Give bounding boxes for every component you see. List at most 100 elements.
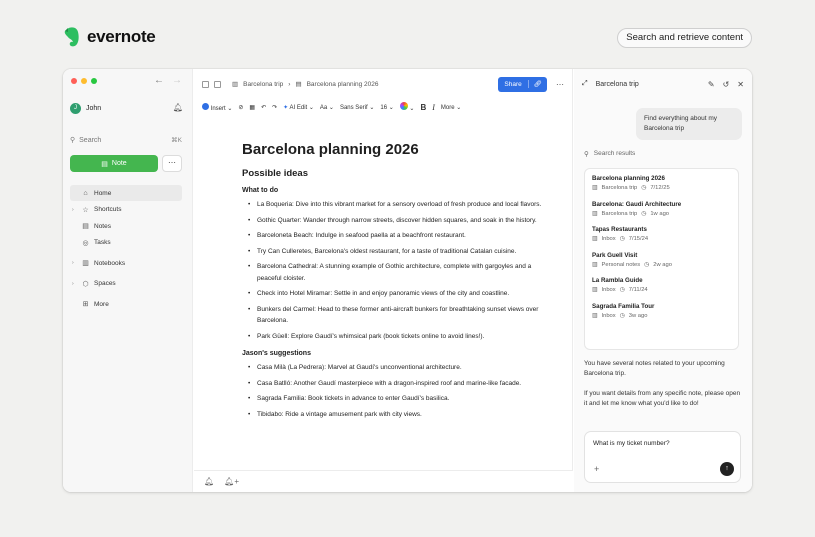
close-icon[interactable]: ✕ xyxy=(737,80,744,89)
sidebar-item-notebooks[interactable]: › ▥ Notebooks xyxy=(70,255,182,271)
search-shortcut: ⌘K xyxy=(171,137,182,144)
result-title: Tapas Restaurants xyxy=(592,226,647,233)
result-item[interactable]: Park Guell Visit ▥ Personal notes ◷ 2w ago xyxy=(592,252,731,268)
link-icon[interactable]: 🔗︎ xyxy=(527,80,547,88)
window-controls xyxy=(71,78,97,84)
list-item: La Boqueria: Dive into this vibrant mark… xyxy=(248,199,542,211)
clock-icon: ◷ xyxy=(644,261,650,268)
bold-button[interactable]: B xyxy=(420,103,426,112)
new-note-button[interactable]: ▤ Note xyxy=(70,155,158,172)
note-title[interactable]: Barcelona planning 2026 xyxy=(242,141,542,158)
more-formatting-dropdown[interactable]: More ⌄ xyxy=(441,104,461,111)
list-item: Tibidabo: Ride a vintage amusement park … xyxy=(248,409,542,421)
formatting-toolbar: Insert ⌄ ⊘ ▦ ↶ ↷ ✦ AI Edit ⌄ Aa ⌄ Sans S… xyxy=(194,99,572,115)
italic-button[interactable]: I xyxy=(432,103,435,112)
send-arrow-icon[interactable]: ↑ xyxy=(720,462,734,476)
more-options-button[interactable]: ⋯ xyxy=(162,155,182,172)
chat-input-value[interactable]: What is my ticket number? xyxy=(593,440,670,447)
bell-icon[interactable]: 🔔︎ xyxy=(173,103,183,112)
sidebar-item-shortcuts[interactable]: › ☆ Shortcuts xyxy=(70,202,182,218)
forward-arrow-icon[interactable]: → xyxy=(172,75,182,86)
search-placeholder: Search xyxy=(79,136,102,144)
chevron-right-icon[interactable]: › xyxy=(72,207,77,213)
reminder-add-icon[interactable]: 🔔︎+ xyxy=(224,477,239,486)
sidebar-item-label: Home xyxy=(94,189,112,197)
note-icon: ▤ xyxy=(101,160,108,168)
close-window-icon[interactable] xyxy=(71,78,77,84)
ai-edit-button[interactable]: ✦ AI Edit ⌄ xyxy=(283,104,314,111)
notebook-icon: ▥ xyxy=(592,261,598,268)
calendar-icon[interactable]: ▦ xyxy=(249,104,255,111)
sidebar-item-label: More xyxy=(94,300,109,308)
clock-icon: ◷ xyxy=(619,236,625,242)
sidebar-toggle-icon[interactable] xyxy=(214,80,221,88)
note-content[interactable]: Barcelona planning 2026 Possible ideas W… xyxy=(242,141,542,467)
font-style-dropdown[interactable]: Aa ⌄ xyxy=(320,104,334,111)
ai-edit-label: AI Edit xyxy=(289,104,308,111)
sidebar-item-spaces[interactable]: › ⬡ Spaces xyxy=(70,276,182,292)
sidebar-item-label: Spaces xyxy=(94,280,116,287)
clock-icon: ◷ xyxy=(641,210,647,217)
tasks-icon: ◎ xyxy=(82,239,89,247)
result-item[interactable]: La Rambla Guide ▥ Inbox ◷ 7/11/24 xyxy=(592,277,731,293)
result-title: Barcelona planning 2026 xyxy=(592,175,665,182)
redo-icon[interactable]: ↷ xyxy=(272,104,277,111)
user-message: Find everything about my Barcelona trip xyxy=(636,108,742,140)
insert-button[interactable]: Insert ⌄ xyxy=(202,102,232,112)
plus-icon[interactable]: + xyxy=(594,464,599,474)
bell-icon[interactable]: 🔔︎ xyxy=(204,477,214,486)
chevron-right-icon[interactable]: › xyxy=(72,260,77,266)
edit-icon[interactable]: ✎ xyxy=(708,80,715,89)
breadcrumb-notebook[interactable]: Barcelona trip xyxy=(243,81,283,88)
chevron-right-icon[interactable]: › xyxy=(72,281,77,287)
share-label: Share xyxy=(504,80,522,88)
user-menu[interactable]: J John xyxy=(70,103,101,114)
brand-name: evernote xyxy=(87,27,156,46)
sidebar-item-notes[interactable]: ▤ Notes xyxy=(70,218,182,234)
font-dropdown[interactable]: Sans Serif ⌄ xyxy=(340,104,374,111)
evernote-logo-icon xyxy=(64,27,79,47)
sparkle-icon: ✦ xyxy=(283,104,289,111)
sidebar-item-tasks[interactable]: ◎ Tasks xyxy=(70,235,182,251)
share-button[interactable]: Share 🔗︎ xyxy=(498,76,547,92)
brand: evernote xyxy=(63,26,156,48)
result-title: Sagrada Familia Tour xyxy=(592,302,655,310)
search-retrieve-pill[interactable]: Search and retrieve content xyxy=(617,28,752,48)
expand-panel-icon[interactable]: ⤢ xyxy=(582,80,588,88)
group-heading: Jason's suggestions xyxy=(242,350,311,357)
sidebar-item-label: Shortcuts xyxy=(94,206,122,213)
back-arrow-icon[interactable]: ← xyxy=(154,75,164,86)
result-item[interactable]: Tapas Restaurants ▥ Inbox ◷ 7/15/24 xyxy=(592,226,731,242)
search-input[interactable]: ⚲ Search ⌘K xyxy=(70,133,182,147)
result-notebook: Inbox xyxy=(601,312,616,319)
result-item[interactable]: Barcelona planning 2026 ▥ Barcelona trip ◷… xyxy=(592,175,731,191)
more-icon[interactable]: ⋯ xyxy=(556,80,564,89)
list-item: Casa Batlló: Another Gaudí masterpiece w… xyxy=(248,378,542,390)
sidebar-item-more[interactable]: ⊞ More xyxy=(70,296,182,312)
result-item[interactable]: Barcelona: Gaudi Architecture ▥ Barcelona… xyxy=(592,201,731,217)
undo-icon[interactable]: ↶ xyxy=(261,104,266,111)
color-picker[interactable]: ⌄ xyxy=(399,102,414,112)
editor-header: ▥ Barcelona trip › ▤ Barcelona planning … xyxy=(194,69,572,99)
result-item[interactable]: Sagrada Familia Tour ▥ Inbox ◷ 3w ago xyxy=(592,303,731,319)
result-notebook: Inbox xyxy=(601,236,616,242)
result-title: Barcelona: Gaudi Architecture xyxy=(592,200,682,208)
sidebar-item-home[interactable]: ⌂ Home xyxy=(70,185,182,201)
app-window: ← → J John 🔔︎ ⚲ Search ⌘K ▤ Note ⋯ ⌂ Hom… xyxy=(63,69,752,492)
notebook-icon: ▥ xyxy=(592,210,598,217)
clock-icon: ◷ xyxy=(619,287,625,293)
breadcrumb-note[interactable]: Barcelona planning 2026 xyxy=(307,81,379,88)
search-results-label: ⚲ Search results xyxy=(584,150,635,158)
chat-input[interactable]: What is my ticket number? + ↑ xyxy=(584,431,741,483)
minimize-window-icon[interactable] xyxy=(81,78,87,84)
zoom-window-icon[interactable] xyxy=(91,78,97,84)
search-icon: ⚲ xyxy=(70,137,76,144)
expand-icon[interactable] xyxy=(202,80,209,88)
list-item: Sagrada Familia: Book tickets in advance… xyxy=(248,393,542,405)
history-icon[interactable]: ↺ xyxy=(723,80,730,89)
insert-label: Insert xyxy=(210,105,226,112)
result-time: 1w ago xyxy=(650,210,670,217)
font-size-dropdown[interactable]: 16 ⌄ xyxy=(380,104,393,111)
notebook-icon: ▥ xyxy=(232,81,239,88)
checkbox-icon[interactable]: ⊘ xyxy=(238,104,243,111)
